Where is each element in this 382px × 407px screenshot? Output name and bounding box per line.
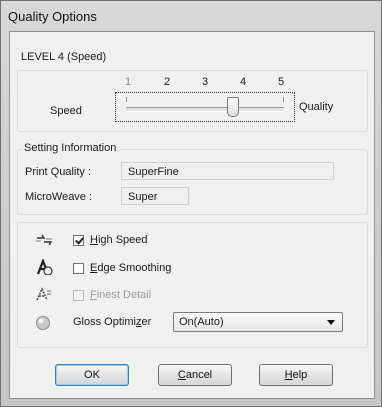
slider-tick: [126, 97, 127, 102]
help-button[interactable]: Help: [259, 364, 333, 386]
tick-label-2: 2: [164, 76, 171, 88]
finest-detail-icon: [35, 286, 53, 302]
title-bar[interactable]: Quality Options: [1, 1, 381, 31]
finest-detail-label[interactable]: Finest Detail: [90, 289, 151, 301]
options-group: High Speed Edge Smoothing Finest Detail: [17, 222, 368, 348]
button-label: OK: [84, 369, 100, 381]
quality-options-dialog: Quality Options LEVEL 4 (Speed) 1 2 3 4 …: [0, 0, 382, 407]
gloss-optimizer-icon: [35, 315, 53, 331]
quality-label: Quality: [299, 101, 334, 113]
edge-smoothing-icon: [35, 257, 53, 276]
label-text: er: [141, 316, 152, 328]
slider-thumb[interactable]: [227, 97, 239, 117]
level-label: LEVEL 4 (Speed): [21, 51, 107, 63]
tick-label-4: 4: [240, 76, 247, 88]
tick-label-1: 1: [125, 76, 132, 88]
speed-label: Speed: [50, 105, 82, 117]
gloss-optimizer-label: Gloss Optimizer: [73, 316, 151, 328]
chevron-down-icon: [327, 320, 335, 325]
button-label: ancel: [185, 369, 213, 381]
button-label: elp: [292, 369, 308, 381]
access-key: F: [90, 289, 97, 301]
high-speed-checkbox[interactable]: [73, 235, 84, 246]
print-quality-value: SuperFine: [121, 162, 334, 180]
label-text: igh Speed: [97, 234, 148, 246]
access-key: H: [284, 369, 293, 381]
tick-label-5: 5: [278, 76, 285, 88]
speed-quality-slider-area: 1 2 3 4 5 Speed Quality: [45, 74, 345, 130]
quality-slider[interactable]: [115, 92, 295, 122]
gloss-optimizer-select[interactable]: On(Auto): [173, 312, 343, 332]
access-key: C: [177, 369, 186, 381]
finest-detail-checkbox[interactable]: [73, 290, 84, 301]
window-title: Quality Options: [8, 9, 97, 24]
tick-label-3: 3: [202, 76, 209, 88]
print-quality-label: Print Quality :: [25, 166, 92, 178]
high-speed-label[interactable]: High Speed: [90, 234, 148, 246]
slider-track: [126, 107, 284, 112]
label-text: Gloss Optimi: [73, 316, 136, 328]
setting-information-legend: Setting Information: [22, 142, 119, 154]
high-speed-icon: [35, 232, 53, 248]
gloss-optimizer-value: On(Auto): [179, 316, 224, 328]
access-key: H: [90, 234, 98, 246]
label-text: dge Smoothing: [97, 262, 172, 274]
cancel-button[interactable]: Cancel: [158, 364, 232, 386]
setting-information-group: Setting Information Print Quality : Supe…: [17, 142, 368, 215]
microweave-label: MicroWeave :: [25, 191, 93, 203]
edge-smoothing-label[interactable]: Edge Smoothing: [90, 262, 171, 274]
dialog-client-area: LEVEL 4 (Speed) 1 2 3 4 5 Speed Quality …: [9, 31, 375, 399]
slider-tick: [283, 97, 284, 102]
ok-button[interactable]: OK: [55, 364, 129, 386]
edge-smoothing-checkbox[interactable]: [73, 263, 84, 274]
microweave-value: Super: [121, 187, 189, 205]
label-text: inest Detail: [96, 289, 152, 301]
